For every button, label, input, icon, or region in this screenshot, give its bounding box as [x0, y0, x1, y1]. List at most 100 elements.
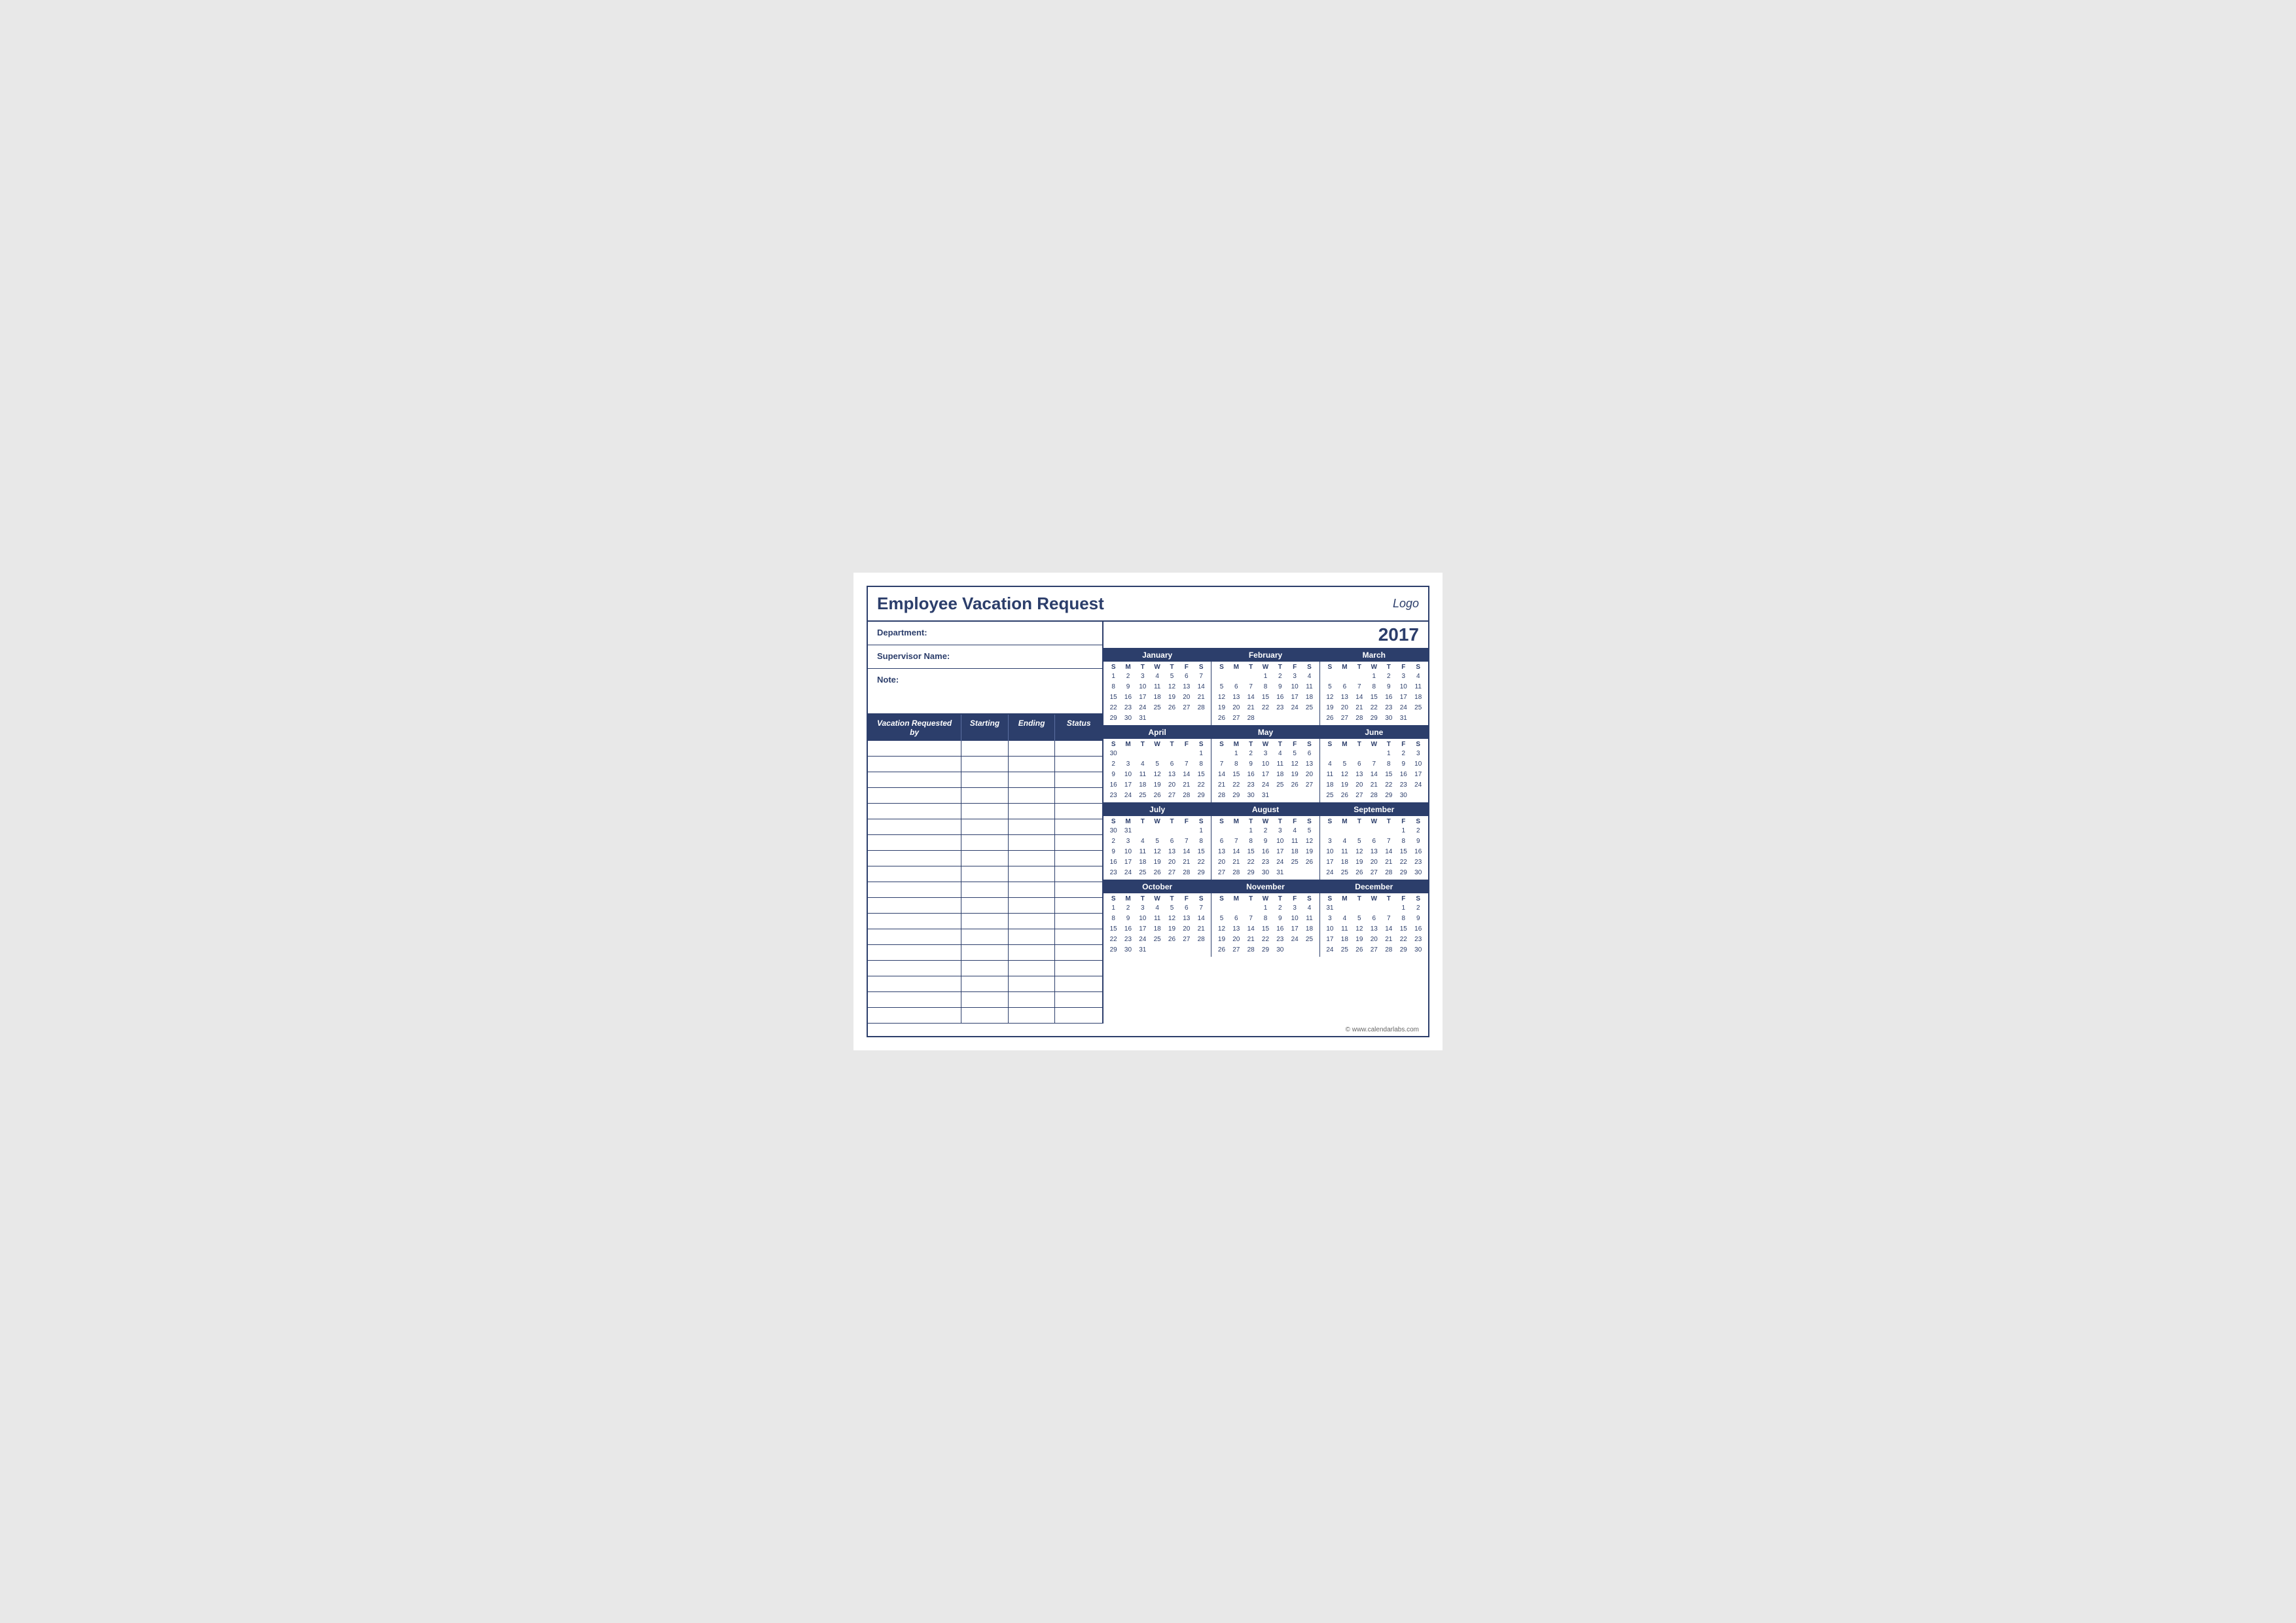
- calendar-day: 9: [1106, 770, 1121, 780]
- table-cell[interactable]: [1009, 976, 1056, 991]
- table-cell[interactable]: [961, 788, 1009, 803]
- calendar-day: 22: [1258, 935, 1272, 945]
- table-cell[interactable]: [961, 835, 1009, 850]
- table-cell[interactable]: [868, 835, 961, 850]
- calendar-day: 16: [1396, 770, 1410, 780]
- table-cell[interactable]: [961, 1008, 1009, 1023]
- table-cell[interactable]: [961, 898, 1009, 913]
- table-cell[interactable]: [868, 976, 961, 991]
- table-cell[interactable]: [1055, 929, 1102, 944]
- table-cell[interactable]: [961, 804, 1009, 819]
- calendar-day: 15: [1367, 692, 1381, 703]
- calendar-day: 6: [1229, 682, 1244, 692]
- table-cell[interactable]: [1009, 819, 1056, 834]
- table-cell[interactable]: [868, 1008, 961, 1023]
- table-cell[interactable]: [868, 898, 961, 913]
- table-cell[interactable]: [868, 914, 961, 929]
- table-cell[interactable]: [868, 851, 961, 866]
- calendar-day: 7: [1214, 759, 1229, 770]
- calendar-day: 3: [1121, 759, 1135, 770]
- table-cell[interactable]: [961, 866, 1009, 882]
- calendar-day: [1323, 749, 1337, 759]
- table-cell[interactable]: [1055, 945, 1102, 960]
- table-cell[interactable]: [868, 804, 961, 819]
- table-cell[interactable]: [961, 882, 1009, 897]
- calendar-day: 31: [1136, 713, 1150, 724]
- table-cell[interactable]: [1055, 882, 1102, 897]
- calendar-day: 6: [1302, 749, 1316, 759]
- table-cell[interactable]: [1055, 835, 1102, 850]
- table-cell[interactable]: [961, 976, 1009, 991]
- table-cell[interactable]: [1055, 788, 1102, 803]
- calendar-day: 29: [1194, 791, 1208, 801]
- table-cell[interactable]: [1055, 898, 1102, 913]
- calendar-day: 20: [1367, 857, 1381, 868]
- table-cell[interactable]: [868, 819, 961, 834]
- table-cell[interactable]: [1009, 929, 1056, 944]
- table-cell[interactable]: [1009, 851, 1056, 866]
- table-cell[interactable]: [1009, 945, 1056, 960]
- table-cell[interactable]: [1055, 914, 1102, 929]
- table-cell[interactable]: [1055, 851, 1102, 866]
- calendar-day: 13: [1229, 692, 1244, 703]
- calendar-day: 26: [1352, 945, 1367, 955]
- table-cell[interactable]: [868, 741, 961, 756]
- table-cell[interactable]: [1009, 992, 1056, 1007]
- table-cell[interactable]: [1009, 961, 1056, 976]
- table-cell[interactable]: [961, 772, 1009, 787]
- table-cell[interactable]: [961, 929, 1009, 944]
- day-header: M: [1229, 817, 1244, 826]
- table-cell[interactable]: [1009, 804, 1056, 819]
- table-cell[interactable]: [961, 757, 1009, 772]
- table-cell[interactable]: [1055, 741, 1102, 756]
- calendar-day: 28: [1352, 713, 1367, 724]
- table-cell[interactable]: [961, 992, 1009, 1007]
- table-cell[interactable]: [1055, 819, 1102, 834]
- table-cell[interactable]: [868, 757, 961, 772]
- table-cell[interactable]: [1009, 741, 1056, 756]
- calendar-day: 29: [1382, 791, 1396, 801]
- table-cell[interactable]: [868, 772, 961, 787]
- calendar-day: 23: [1106, 791, 1121, 801]
- table-cell[interactable]: [1055, 772, 1102, 787]
- table-cell[interactable]: [868, 992, 961, 1007]
- table-cell[interactable]: [1009, 1008, 1056, 1023]
- table-cell[interactable]: [1009, 866, 1056, 882]
- table-cell[interactable]: [1055, 804, 1102, 819]
- table-cell[interactable]: [1055, 961, 1102, 976]
- calendar-day: 9: [1244, 759, 1258, 770]
- table-cell[interactable]: [1055, 976, 1102, 991]
- table-cell[interactable]: [1009, 772, 1056, 787]
- table-cell[interactable]: [868, 882, 961, 897]
- table-cell[interactable]: [1009, 835, 1056, 850]
- table-cell[interactable]: [868, 929, 961, 944]
- calendar-day: 9: [1382, 682, 1396, 692]
- calendar-day: [1382, 826, 1396, 836]
- table-cell[interactable]: [1009, 914, 1056, 929]
- calendar-day: 24: [1323, 945, 1337, 955]
- table-cell[interactable]: [1055, 866, 1102, 882]
- table-cell[interactable]: [961, 819, 1009, 834]
- table-header: Vacation Requested by Starting Ending St…: [868, 715, 1102, 741]
- calendar-day: 16: [1106, 780, 1121, 791]
- table-row: [868, 835, 1102, 851]
- table-cell[interactable]: [868, 788, 961, 803]
- table-cell[interactable]: [961, 961, 1009, 976]
- table-cell[interactable]: [961, 851, 1009, 866]
- table-cell[interactable]: [868, 866, 961, 882]
- table-cell[interactable]: [961, 945, 1009, 960]
- table-cell[interactable]: [1009, 757, 1056, 772]
- table-cell[interactable]: [868, 961, 961, 976]
- table-cell[interactable]: [1055, 1008, 1102, 1023]
- table-cell[interactable]: [961, 914, 1009, 929]
- table-cell[interactable]: [1055, 992, 1102, 1007]
- table-cell[interactable]: [868, 945, 961, 960]
- table-cell[interactable]: [1055, 757, 1102, 772]
- table-cell[interactable]: [1009, 788, 1056, 803]
- logo: Logo: [1393, 597, 1419, 611]
- day-header: T: [1244, 895, 1258, 903]
- table-cell[interactable]: [1009, 898, 1056, 913]
- table-cell[interactable]: [961, 741, 1009, 756]
- table-cell[interactable]: [1009, 882, 1056, 897]
- calendar-day: 1: [1258, 903, 1272, 914]
